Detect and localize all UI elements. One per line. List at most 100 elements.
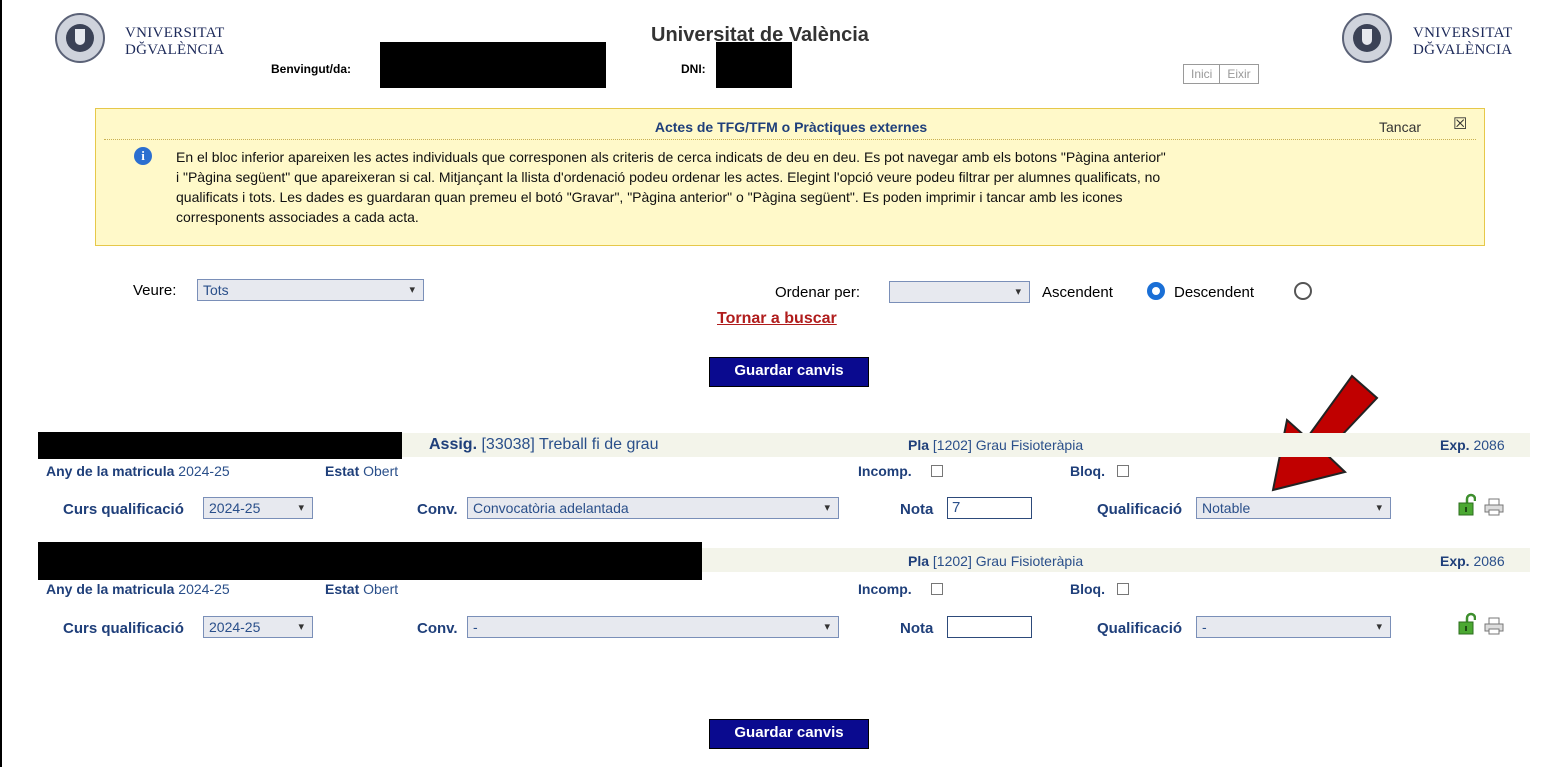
- estat-value: Obert: [363, 581, 399, 597]
- record-2-band: [700, 548, 1530, 572]
- redacted-name: [380, 42, 606, 88]
- chevron-down-icon: ▾: [824, 502, 830, 514]
- print-icon[interactable]: [1484, 498, 1504, 516]
- any-value: 2024-25: [178, 463, 230, 479]
- brand-line1: VNIVERSITAT: [125, 25, 225, 41]
- info-line: corresponents associades a cada acta.: [176, 209, 419, 225]
- qual-select-value: Notable: [1202, 500, 1251, 516]
- info-line: i "Pàgina següent" que apareixeran si ca…: [176, 169, 1161, 185]
- info-icon: i: [134, 147, 152, 165]
- curs-label: Curs qualificació: [63, 620, 184, 637]
- chevron-down-icon: ▾: [1376, 502, 1382, 514]
- exp-value: 2086: [1473, 437, 1505, 453]
- brand-line1: VNIVERSITAT: [1413, 25, 1513, 41]
- qual-label: Qualificació: [1097, 620, 1183, 637]
- veure-select-value: Tots: [203, 282, 229, 298]
- record-1-estat: Estat Obert: [325, 463, 398, 479]
- save-button-bottom[interactable]: Guardar canvis: [709, 719, 869, 749]
- curs-select-value: 2024-25: [209, 500, 261, 516]
- qual-select-value: -: [1202, 619, 1207, 635]
- record-2-pla: Pla [1202] Grau Fisioteràpia: [908, 553, 1083, 569]
- exp-value: 2086: [1473, 553, 1505, 569]
- info-line: qualificats i tots. Les dades es guardar…: [176, 189, 1123, 205]
- header-nav: Inici Eixir: [1183, 64, 1259, 84]
- record-1-any: Any de la matricula 2024-25: [46, 463, 230, 479]
- curs-select-value: 2024-25: [209, 619, 261, 635]
- incomp-checkbox[interactable]: [931, 465, 943, 477]
- bloq-checkbox[interactable]: [1117, 583, 1129, 595]
- any-value: 2024-25: [178, 581, 230, 597]
- curs-select[interactable]: 2024-25 ▾: [203, 616, 313, 638]
- brand-left: VNIVERSITAT DĞVALÈNCIA: [125, 25, 225, 59]
- university-seal-right-icon: [1342, 13, 1392, 63]
- estat-label: Estat: [325, 581, 360, 597]
- chevron-down-icon: ▾: [824, 621, 830, 633]
- conv-select[interactable]: - ▾: [467, 616, 839, 638]
- info-divider: [104, 139, 1476, 140]
- close-icon[interactable]: ☒: [1453, 114, 1467, 134]
- conv-select-value: Convocatòria adelantada: [473, 500, 629, 516]
- info-title: Actes de TFG/TFM o Pràctiques externes: [654, 119, 928, 135]
- qual-select[interactable]: Notable ▾: [1196, 497, 1391, 519]
- conv-label: Conv.: [417, 620, 458, 637]
- close-link[interactable]: Tancar: [1379, 119, 1421, 135]
- brand-line2: DĞVALÈNCIA: [1413, 42, 1513, 58]
- pla-label: Pla: [908, 553, 930, 569]
- left-border: [0, 0, 2, 767]
- info-panel: Actes de TFG/TFM o Pràctiques externes T…: [95, 108, 1485, 246]
- redacted-dni: [716, 42, 792, 88]
- bloq-checkbox[interactable]: [1117, 465, 1129, 477]
- assig-label: Assig.: [429, 436, 478, 453]
- unlock-icon[interactable]: [1458, 612, 1476, 636]
- qual-label: Qualificació: [1097, 501, 1183, 518]
- incomp-label: Incomp.: [858, 581, 912, 597]
- estat-label: Estat: [325, 463, 360, 479]
- record-1-assig: Assig. [33038] Treball fi de grau: [429, 436, 658, 454]
- chevron-down-icon: ▾: [409, 284, 415, 296]
- record-1-pla: Pla [1202] Grau Fisioteràpia: [908, 437, 1083, 453]
- curs-select[interactable]: 2024-25 ▾: [203, 497, 313, 519]
- brand-line2: DĞVALÈNCIA: [125, 42, 225, 58]
- asc-radio[interactable]: [1147, 282, 1165, 300]
- nota-input[interactable]: [947, 616, 1032, 638]
- back-link[interactable]: Tornar a buscar: [717, 310, 837, 328]
- inici-link[interactable]: Inici: [1183, 64, 1221, 84]
- chevron-down-icon: ▾: [1376, 621, 1382, 633]
- info-line: En el bloc inferior apareixen les actes …: [176, 149, 1166, 165]
- ordenar-select[interactable]: ▾: [889, 281, 1030, 303]
- eixir-link[interactable]: Eixir: [1220, 64, 1259, 84]
- conv-select-value: -: [473, 619, 478, 635]
- any-label: Any de la matricula: [46, 463, 175, 479]
- university-seal-left-icon: [55, 13, 105, 63]
- chevron-down-icon: ▾: [1015, 286, 1021, 298]
- record-1-exp: Exp. 2086: [1440, 437, 1505, 453]
- redacted-student-1: [38, 432, 402, 459]
- print-icon[interactable]: [1484, 617, 1504, 635]
- incomp-checkbox[interactable]: [931, 583, 943, 595]
- exp-label: Exp.: [1440, 553, 1470, 569]
- nota-input[interactable]: 7: [947, 497, 1032, 519]
- save-button[interactable]: Guardar canvis: [709, 357, 869, 387]
- veure-select[interactable]: Tots ▾: [197, 279, 424, 301]
- record-2-estat: Estat Obert: [325, 581, 398, 597]
- record-2-exp: Exp. 2086: [1440, 553, 1505, 569]
- bloq-label: Bloq.: [1070, 581, 1105, 597]
- qual-select[interactable]: - ▾: [1196, 616, 1391, 638]
- pla-value: [1202] Grau Fisioteràpia: [932, 437, 1084, 453]
- curs-label: Curs qualificació: [63, 501, 184, 518]
- pla-label: Pla: [908, 437, 930, 453]
- nota-label: Nota: [900, 501, 934, 518]
- pla-value: [1202] Grau Fisioteràpia: [932, 553, 1084, 569]
- asc-label: Ascendent: [1042, 284, 1113, 301]
- record-2-any: Any de la matricula 2024-25: [46, 581, 230, 597]
- exp-label: Exp.: [1440, 437, 1470, 453]
- incomp-label: Incomp.: [858, 463, 912, 479]
- conv-select[interactable]: Convocatòria adelantada ▾: [467, 497, 839, 519]
- unlock-icon[interactable]: [1458, 493, 1476, 517]
- brand-right: VNIVERSITAT DĞVALÈNCIA: [1413, 25, 1513, 59]
- assig-value: [33038] Treball fi de grau: [481, 436, 659, 453]
- estat-value: Obert: [363, 463, 399, 479]
- desc-radio[interactable]: [1294, 282, 1312, 300]
- chevron-down-icon: ▾: [298, 621, 304, 633]
- welcome-label: Benvingut/da:: [271, 62, 351, 76]
